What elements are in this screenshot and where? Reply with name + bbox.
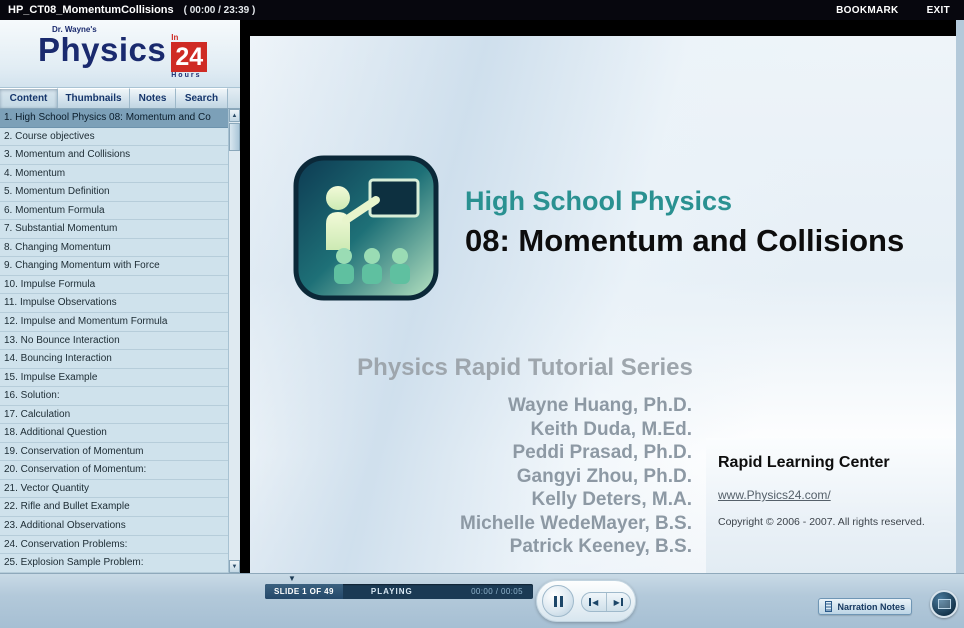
top-bar-actions: BOOKMARK EXIT xyxy=(836,5,950,16)
tab-search[interactable]: Search xyxy=(176,88,228,108)
next-slide-button[interactable]: ▶ xyxy=(607,593,631,611)
toc-item[interactable]: 1. High School Physics 08: Momentum and … xyxy=(0,109,228,128)
toc-item[interactable]: 11. Impulse Observations xyxy=(0,294,228,313)
slide-time: 00:00 / 00:05 xyxy=(471,587,533,596)
toc-item[interactable]: 20. Conservation of Momentum: xyxy=(0,461,228,480)
pause-icon xyxy=(560,596,563,607)
bookmark-button[interactable]: BOOKMARK xyxy=(836,5,898,16)
toc-item[interactable]: 22. Rifle and Bullet Example xyxy=(0,498,228,517)
pause-icon xyxy=(554,596,557,607)
logo-area: Dr. Wayne's Physics In 24 Hours xyxy=(0,20,240,88)
slide: High School Physics 08: Momentum and Col… xyxy=(250,36,956,573)
tab-thumbnails[interactable]: Thumbnails xyxy=(58,88,130,108)
previous-bar-icon xyxy=(589,598,591,606)
slide-stage: High School Physics 08: Momentum and Col… xyxy=(240,20,956,573)
sidebar: Dr. Wayne's Physics In 24 Hours Content … xyxy=(0,20,240,573)
seek-marker-icon[interactable]: ▼ xyxy=(288,575,296,583)
toc-item[interactable]: 16. Solution: xyxy=(0,387,228,406)
toc-item[interactable]: 17. Calculation xyxy=(0,406,228,425)
tab-notes[interactable]: Notes xyxy=(130,88,176,108)
previous-slide-button[interactable]: ◀ xyxy=(582,593,607,611)
author-line: Peddi Prasad, Ph.D. xyxy=(390,441,692,465)
toc-item[interactable]: 3. Momentum and Collisions xyxy=(0,146,228,165)
playback-status: PLAYING xyxy=(371,587,413,596)
slide-title: 08: Momentum and Collisions xyxy=(465,223,904,259)
slide-category: High School Physics xyxy=(465,186,732,217)
toc-item[interactable]: 19. Conservation of Momentum xyxy=(0,443,228,462)
toc-item[interactable]: 8. Changing Momentum xyxy=(0,239,228,258)
toc-item[interactable]: 2. Course objectives xyxy=(0,128,228,147)
exit-button[interactable]: EXIT xyxy=(927,5,950,16)
author-line: Wayne Huang, Ph.D. xyxy=(390,394,692,418)
scrollbar-thumb[interactable] xyxy=(229,123,240,151)
slide-footer-panel: Rapid Learning Center www.Physics24.com/… xyxy=(706,438,956,573)
toc-item[interactable]: 21. Vector Quantity xyxy=(0,480,228,499)
copyright-text: Copyright © 2006 - 2007. All rights rese… xyxy=(718,516,946,528)
author-line: Gangyi Zhou, Ph.D. xyxy=(390,465,692,489)
tab-content[interactable]: Content xyxy=(0,88,58,108)
scroll-up-icon[interactable]: ▲ xyxy=(229,109,240,122)
toc-item[interactable]: 25. Explosion Sample Problem: xyxy=(0,554,228,573)
toc-item[interactable]: 23. Additional Observations xyxy=(0,517,228,536)
player-window: HP_CT08_MomentumCollisions ( 00:00 / 23:… xyxy=(0,0,964,628)
logo-hours: Hours xyxy=(171,72,207,80)
logo-24-badge: 24 xyxy=(171,42,207,72)
document-icon xyxy=(825,601,832,612)
narration-notes-label: Narration Notes xyxy=(837,602,905,612)
pause-button[interactable] xyxy=(542,585,574,617)
toc-item[interactable]: 24. Conservation Problems: xyxy=(0,536,228,555)
display-toggle-button[interactable] xyxy=(930,590,958,618)
next-icon: ▶ xyxy=(614,598,620,607)
scroll-down-icon[interactable]: ▼ xyxy=(229,560,240,573)
toc-item[interactable]: 14. Bouncing Interaction xyxy=(0,350,228,369)
transport-controls: ◀ ▶ xyxy=(536,580,636,622)
toc-scrollbar[interactable]: ▲ ▼ xyxy=(228,109,240,573)
sidebar-tabs: Content Thumbnails Notes Search xyxy=(0,88,240,109)
teacher-presentation-icon xyxy=(292,154,440,302)
previous-icon: ◀ xyxy=(592,598,598,607)
step-buttons: ◀ ▶ xyxy=(581,592,631,612)
narration-notes-button[interactable]: Narration Notes xyxy=(818,598,912,615)
toc-item[interactable]: 5. Momentum Definition xyxy=(0,183,228,202)
toc-item[interactable]: 10. Impulse Formula xyxy=(0,276,228,295)
authors-list: Wayne Huang, Ph.D. Keith Duda, M.Ed. Ped… xyxy=(390,394,692,559)
physics24-logo: Dr. Wayne's Physics In 24 Hours xyxy=(38,25,207,80)
author-line: Keith Duda, M.Ed. xyxy=(390,418,692,442)
toc-item[interactable]: 12. Impulse and Momentum Formula xyxy=(0,313,228,332)
top-bar: HP_CT08_MomentumCollisions ( 00:00 / 23:… xyxy=(0,0,964,20)
tab-filler xyxy=(228,88,240,108)
playback-status-bar: SLIDE 1 OF 49 PLAYING 00:00 / 00:05 xyxy=(265,584,533,599)
author-line: Patrick Keeney, B.S. xyxy=(390,535,692,559)
toc-item[interactable]: 13. No Bounce Interaction xyxy=(0,332,228,351)
toc-item[interactable]: 15. Impulse Example xyxy=(0,369,228,388)
series-title: Physics Rapid Tutorial Series xyxy=(345,354,705,382)
next-bar-icon xyxy=(621,598,623,606)
monitor-icon xyxy=(938,599,951,609)
window-title: HP_CT08_MomentumCollisions xyxy=(8,4,174,16)
toc-item[interactable]: 18. Additional Question xyxy=(0,424,228,443)
logo-in: In xyxy=(171,34,207,42)
toc-list: 1. High School Physics 08: Momentum and … xyxy=(0,109,228,573)
author-line: Kelly Deters, M.A. xyxy=(390,488,692,512)
toc-item[interactable]: 4. Momentum xyxy=(0,165,228,184)
toc-item[interactable]: 9. Changing Momentum with Force xyxy=(0,257,228,276)
org-name: Rapid Learning Center xyxy=(718,454,946,472)
slide-indicator: SLIDE 1 OF 49 xyxy=(265,584,343,599)
player-control-bar: ▼ SLIDE 1 OF 49 PLAYING 00:00 / 00:05 ◀ … xyxy=(0,573,964,628)
toc-item[interactable]: 7. Substantial Momentum xyxy=(0,220,228,239)
author-line: Michelle WedeMayer, B.S. xyxy=(390,512,692,536)
total-time: ( 00:00 / 23:39 ) xyxy=(184,5,256,16)
logo-brand: Physics xyxy=(38,34,166,66)
toc-item[interactable]: 6. Momentum Formula xyxy=(0,202,228,221)
website-link[interactable]: www.Physics24.com/ xyxy=(718,488,831,502)
